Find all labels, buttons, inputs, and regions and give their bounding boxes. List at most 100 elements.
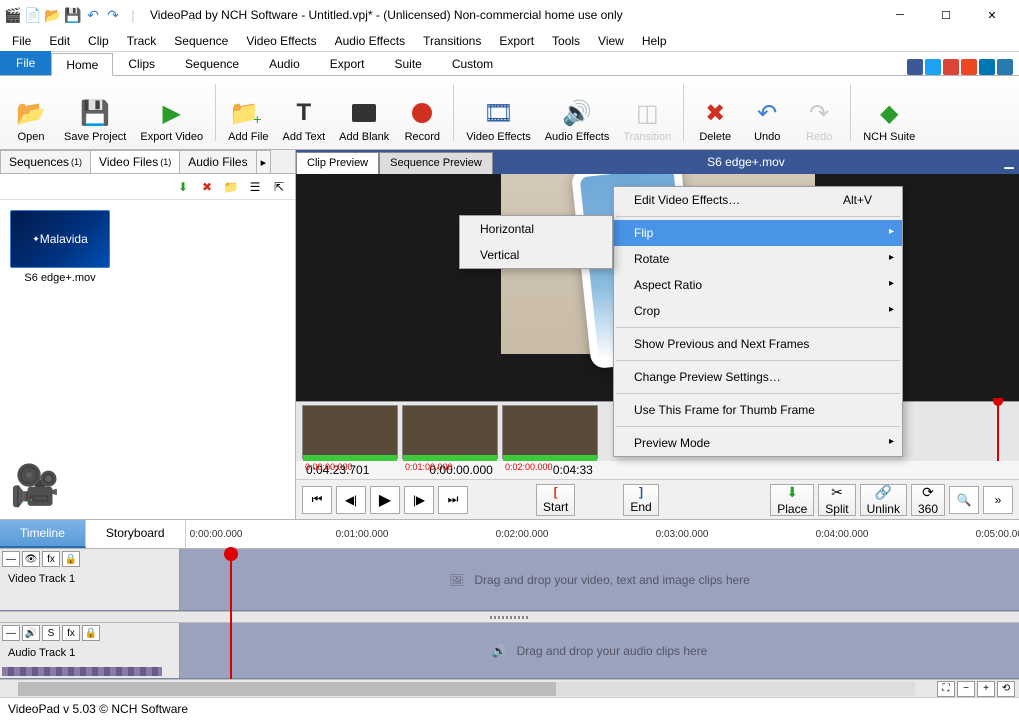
collapse-icon[interactable]: ⇱ — [269, 177, 289, 197]
go-end-button[interactable]: ⏭ — [438, 486, 468, 514]
ctx-change-preview-settings[interactable]: Change Preview Settings… — [614, 364, 902, 390]
add-text-button[interactable]: TAdd Text — [277, 80, 332, 145]
maximize-button[interactable]: ☐ — [923, 0, 969, 30]
menu-video-effects[interactable]: Video Effects — [238, 32, 324, 50]
transition-button[interactable]: ◫Transition — [617, 80, 677, 145]
menu-file[interactable]: File — [4, 32, 39, 50]
track-splitter[interactable] — [0, 611, 1019, 623]
ctx-flip-horizontal[interactable]: Horizontal — [460, 216, 612, 242]
tab-storyboard[interactable]: Storyboard — [86, 520, 186, 548]
strip-frame[interactable]: 0:01:00.000 — [402, 405, 498, 459]
ribbon-tab-sequence[interactable]: Sequence — [170, 52, 254, 75]
stumble-icon[interactable] — [961, 59, 977, 75]
ribbon-tab-home[interactable]: Home — [51, 53, 113, 76]
menu-edit[interactable]: Edit — [41, 32, 78, 50]
preview-minimize-icon[interactable]: ▁ — [999, 150, 1019, 174]
bin-tab-video-files[interactable]: Video Files (1) — [90, 150, 180, 173]
menu-view[interactable]: View — [590, 32, 632, 50]
list-view-icon[interactable]: ☰ — [245, 177, 265, 197]
step-fwd-button[interactable]: |▶ — [404, 486, 434, 514]
zoom-in-icon[interactable]: + — [977, 681, 995, 697]
menu-audio-effects[interactable]: Audio Effects — [327, 32, 414, 50]
menu-track[interactable]: Track — [119, 32, 165, 50]
tab-sequence-preview[interactable]: Sequence Preview — [379, 152, 493, 174]
ctx-flip[interactable]: Flip — [614, 220, 902, 246]
more-transport-button[interactable]: » — [983, 486, 1013, 514]
record-button[interactable]: Record — [397, 80, 447, 145]
ctx-use-thumb-frame[interactable]: Use This Frame for Thumb Frame — [614, 397, 902, 423]
bin-content[interactable]: ✦ Malavida S6 edge+.mov 🎥 — [0, 200, 295, 519]
save-icon[interactable]: 💾 — [64, 6, 82, 24]
ctx-rotate[interactable]: Rotate — [614, 246, 902, 272]
zoom-preview-button[interactable]: 🔍 — [949, 486, 979, 514]
add-to-bin-icon[interactable]: ⬇ — [173, 177, 193, 197]
ctx-preview-mode[interactable]: Preview Mode — [614, 430, 902, 456]
add-blank-button[interactable]: Add Blank — [333, 80, 395, 145]
fx-icon[interactable]: fx — [62, 625, 80, 641]
gplus-icon[interactable] — [943, 59, 959, 75]
step-back-button[interactable]: ◀| — [336, 486, 366, 514]
audio-effects-button[interactable]: 🔊Audio Effects — [539, 80, 616, 145]
mark-start-button[interactable]: [Start — [536, 484, 575, 516]
collapse-track-icon[interactable]: — — [2, 551, 20, 567]
lock-icon[interactable]: 🔒 — [82, 625, 100, 641]
nch-suite-button[interactable]: ◆NCH Suite — [857, 80, 921, 145]
twitter-icon[interactable] — [925, 59, 941, 75]
tab-timeline[interactable]: Timeline — [0, 520, 86, 548]
close-button[interactable]: ✕ — [969, 0, 1015, 30]
video-track-body[interactable]: 🖼 Drag and drop your video, text and ima… — [180, 549, 1019, 610]
menu-help[interactable]: Help — [634, 32, 675, 50]
scrollbar-track[interactable] — [18, 682, 915, 696]
audio-track-header[interactable]: — 🔊 S fx 🔒 Audio Track 1 — [0, 623, 180, 678]
ribbon-tab-custom[interactable]: Custom — [437, 52, 508, 75]
menu-tools[interactable]: Tools — [544, 32, 588, 50]
ribbon-tab-audio[interactable]: Audio — [254, 52, 315, 75]
place-button[interactable]: ⬇Place — [770, 484, 814, 516]
strip-frame[interactable]: 0:00:00.000 — [302, 405, 398, 459]
open-button[interactable]: 📂Open — [6, 80, 56, 145]
add-file-button[interactable]: 📁+Add File — [222, 80, 274, 145]
video-track-header[interactable]: — 👁 fx 🔒 Video Track 1 — [0, 549, 180, 610]
minimize-button[interactable]: ─ — [877, 0, 923, 30]
save-project-button[interactable]: 💾Save Project — [58, 80, 132, 145]
zoom-fit-icon[interactable]: ⛶ — [937, 681, 955, 697]
delete-from-bin-icon[interactable]: ✖ — [197, 177, 217, 197]
linkedin-icon[interactable] — [979, 59, 995, 75]
ribbon-tab-clips[interactable]: Clips — [113, 52, 170, 75]
fx-icon[interactable]: fx — [42, 551, 60, 567]
facebook-icon[interactable] — [907, 59, 923, 75]
visibility-icon[interactable]: 👁 — [22, 551, 40, 567]
redo-button[interactable]: ↷Redo — [794, 80, 844, 145]
go-start-button[interactable]: ⏮ — [302, 486, 332, 514]
new-folder-icon[interactable]: 📁 — [221, 177, 241, 197]
undo-button[interactable]: ↶Undo — [742, 80, 792, 145]
menu-sequence[interactable]: Sequence — [166, 32, 236, 50]
ctx-edit-video-effects[interactable]: Edit Video Effects… Alt+V — [614, 187, 902, 213]
mark-end-button[interactable]: ]End — [623, 484, 658, 516]
collapse-track-icon[interactable]: — — [2, 625, 20, 641]
ctx-flip-vertical[interactable]: Vertical — [460, 242, 612, 268]
strip-frame[interactable]: 0:02:00.000 — [502, 405, 598, 459]
menu-transitions[interactable]: Transitions — [415, 32, 489, 50]
new-icon[interactable]: 📄 — [24, 6, 42, 24]
delete-button[interactable]: ✖Delete — [690, 80, 740, 145]
solo-icon[interactable]: S — [42, 625, 60, 641]
mute-icon[interactable]: 🔊 — [22, 625, 40, 641]
redo-icon[interactable]: ↷ — [104, 6, 122, 24]
ribbon-tab-export[interactable]: Export — [315, 52, 380, 75]
file-tab[interactable]: File — [0, 51, 51, 75]
bin-tab-sequences[interactable]: Sequences (1) — [0, 150, 91, 173]
ctx-show-prev-next-frames[interactable]: Show Previous and Next Frames — [614, 331, 902, 357]
menu-export[interactable]: Export — [491, 32, 542, 50]
bin-tab-audio-files[interactable]: Audio Files — [179, 150, 256, 173]
ribbon-tab-suite[interactable]: Suite — [379, 52, 436, 75]
audio-track-body[interactable]: 🔊 Drag and drop your audio clips here — [180, 623, 1019, 678]
undo-icon[interactable]: ↶ — [84, 6, 102, 24]
help-icon[interactable] — [997, 59, 1013, 75]
video-effects-button[interactable]: 🎞Video Effects — [460, 80, 536, 145]
bin-tab-more[interactable]: ▸ — [256, 150, 272, 173]
tab-clip-preview[interactable]: Clip Preview — [296, 152, 379, 174]
lock-icon[interactable]: 🔒 — [62, 551, 80, 567]
zoom-reset-icon[interactable]: ⟲ — [997, 681, 1015, 697]
split-button[interactable]: ✂Split — [818, 484, 855, 516]
